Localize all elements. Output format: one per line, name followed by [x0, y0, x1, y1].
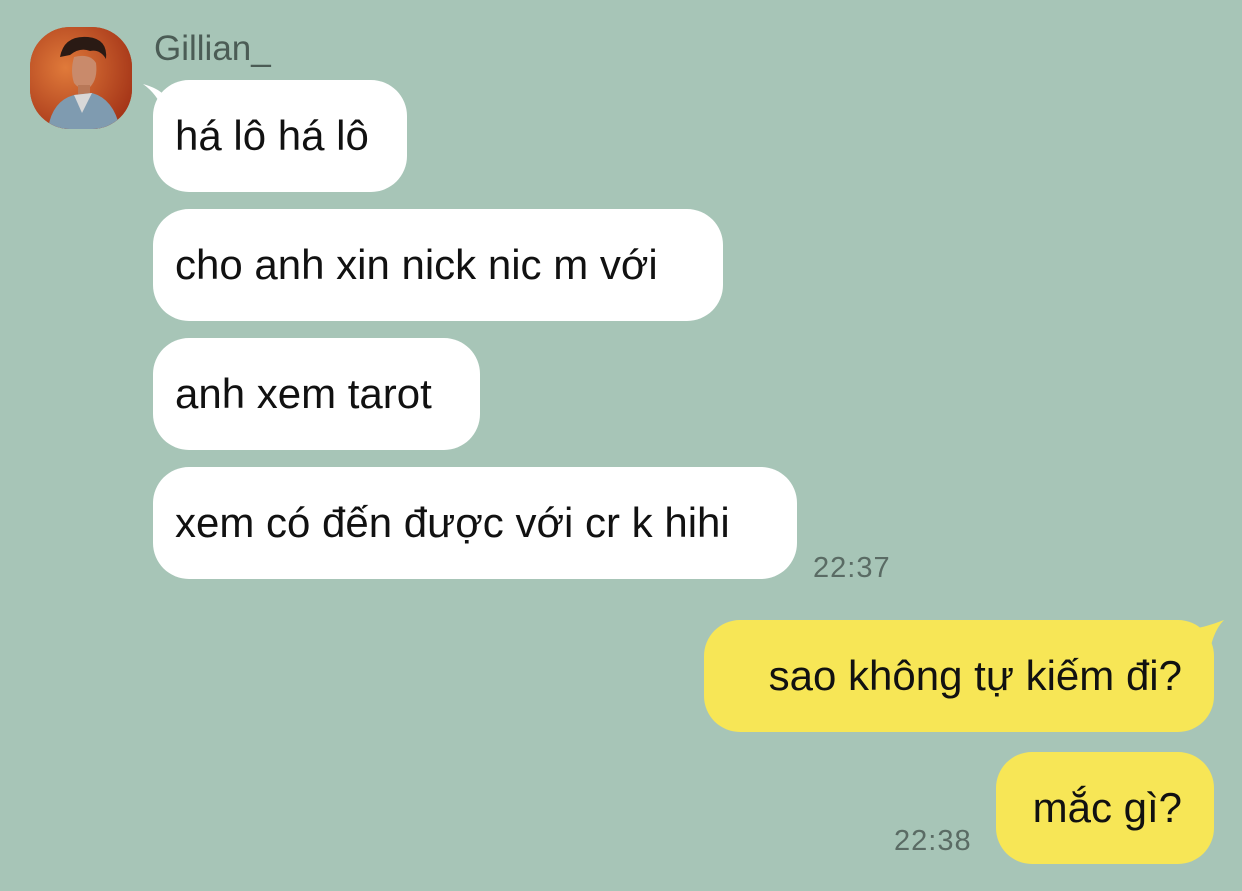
message-text: anh xem tarot — [175, 370, 432, 417]
incoming-message-bubble[interactable]: xem có đến được với cr k hihi — [153, 467, 797, 579]
outgoing-message-bubble[interactable]: sao không tự kiếm đi? — [704, 620, 1214, 732]
message-timestamp: 22:37 — [813, 552, 891, 584]
sender-name: Gillian_ — [154, 29, 271, 68]
incoming-message-bubble[interactable]: cho anh xin nick nic m với — [153, 209, 723, 321]
message-text: cho anh xin nick nic m với — [175, 241, 658, 288]
message-timestamp: 22:38 — [894, 825, 972, 857]
chat-conversation: Gillian_ há lô há lô cho anh xin nick ni… — [0, 0, 1242, 891]
message-text: mắc gì? — [1032, 784, 1182, 831]
avatar-photo-icon — [30, 27, 132, 129]
incoming-message-bubble[interactable]: há lô há lô — [153, 80, 407, 192]
message-text: sao không tự kiếm đi? — [768, 652, 1182, 699]
message-text: xem có đến được với cr k hihi — [175, 499, 730, 546]
incoming-message-bubble[interactable]: anh xem tarot — [153, 338, 480, 450]
outgoing-message-bubble[interactable]: mắc gì? — [996, 752, 1214, 864]
message-text: há lô há lô — [175, 112, 369, 159]
contact-avatar[interactable] — [30, 27, 132, 129]
